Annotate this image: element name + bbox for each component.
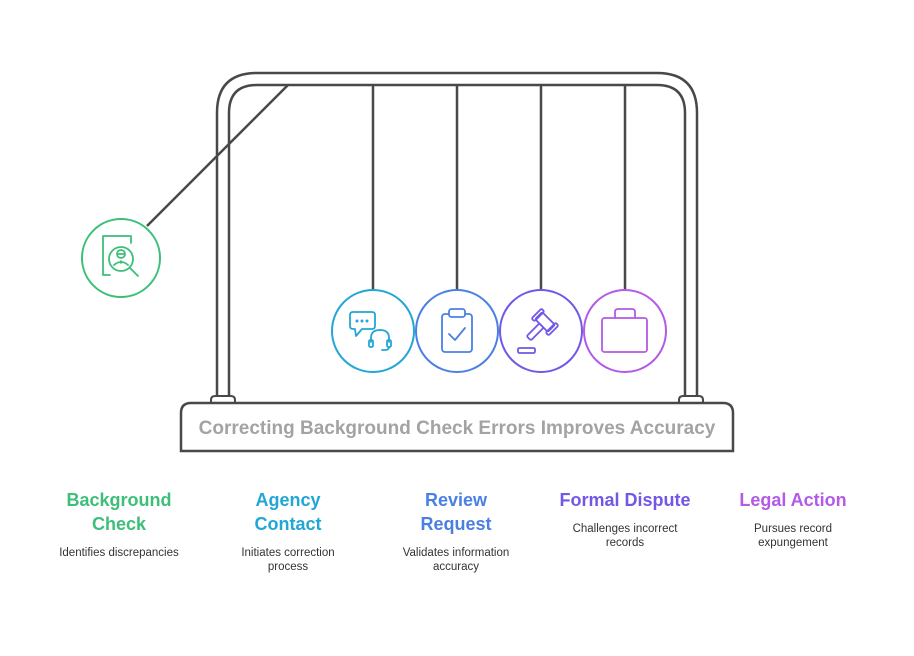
step-review-request: Review Request Validates information acc… [371,488,541,574]
step-title-line: Background [66,490,172,510]
step-title-line: Legal Action [739,490,847,510]
ball-review-request [415,289,499,373]
ball-agency-contact [331,289,415,373]
step-agency-contact: Agency Contact Initiates correction proc… [203,488,373,574]
step-title: Background Check [34,488,204,536]
step-title: Formal Dispute [540,488,710,512]
step-background-check: Background Check Identifies discrepancie… [34,488,204,560]
ball-formal-dispute [499,289,583,373]
step-title: Agency Contact [203,488,373,536]
ball-legal-action [583,289,667,373]
step-description: Identifies discrepancies [59,547,179,559]
step-title: Review Request [371,488,541,536]
step-title: Legal Action [708,488,878,512]
step-title-line: Contact [254,514,322,534]
step-description: Validates information accuracy [402,547,510,573]
step-title-line: Agency [255,490,321,510]
step-description: Initiates correction process [241,547,335,573]
step-title-line: Review [424,490,488,510]
step-description: Pursues record expungement [754,523,832,549]
diagram-title: Correcting Background Check Errors Impro… [199,418,716,439]
step-legal-action: Legal Action Pursues record expungement [708,488,878,550]
step-title-line: Formal Dispute [559,490,691,510]
step-formal-dispute: Formal Dispute Challenges incorrect reco… [540,488,710,550]
step-title-line: Check [91,514,147,534]
ball-background-check [81,218,161,298]
step-title-line: Request [420,514,492,534]
step-description: Challenges incorrect records [572,523,678,549]
